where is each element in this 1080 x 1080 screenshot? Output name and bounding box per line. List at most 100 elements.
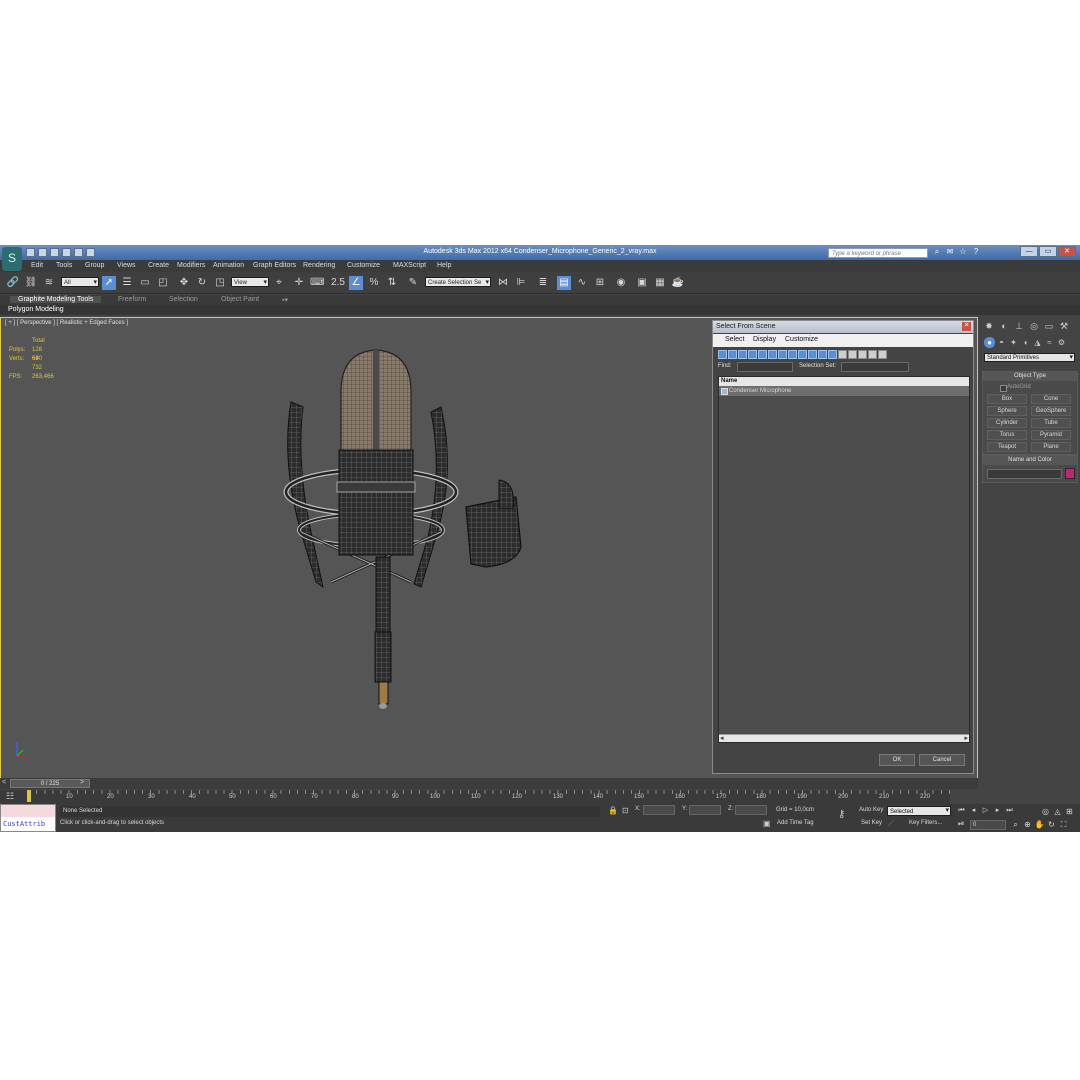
scale-icon[interactable]: ◳ [213,276,227,290]
dialog-menu-display[interactable]: Display [753,336,776,343]
rotate-icon[interactable]: ↻ [195,276,209,290]
filter-cameras-icon[interactable] [748,350,757,359]
autogrid-checkbox[interactable]: AutoGrid [1000,384,1031,392]
window-crossing-icon[interactable]: ◰ [156,276,170,290]
close-button[interactable]: ✕ [1058,246,1076,257]
material-editor-icon[interactable]: ◉ [614,276,628,290]
menu-modifiers[interactable]: Modifiers [177,262,205,269]
filter-lights-icon[interactable] [738,350,747,359]
filter-frozen-icon[interactable] [818,350,827,359]
link-icon[interactable]: 🔗 [6,276,20,290]
current-frame-field[interactable]: 0 [970,820,1006,830]
rendered-frame-icon[interactable]: ▦ [653,276,667,290]
zoom-extents-icon[interactable]: ◎ [1040,806,1051,817]
communication-icon[interactable]: ✉ [945,247,955,257]
y-coordinate-field[interactable] [689,805,721,815]
helpers-category-icon[interactable]: ◮ [1032,337,1043,348]
menu-edit[interactable]: Edit [31,262,43,269]
maximize-button[interactable]: ▭ [1039,246,1057,257]
maximize-viewport-icon[interactable]: ⛶ [1058,819,1069,830]
star-icon[interactable]: ☆ [958,247,968,257]
pan-icon[interactable]: ✋ [1034,819,1045,830]
menu-rendering[interactable]: Rendering [303,262,335,269]
cylinder-button[interactable]: Cylinder [987,418,1027,428]
filter-groups-icon[interactable] [778,350,787,359]
find-input[interactable] [737,362,793,372]
filter-shapes-icon[interactable] [728,350,737,359]
auto-key-button[interactable]: Auto Key [859,807,883,813]
object-color-swatch[interactable] [1065,468,1075,479]
cameras-category-icon[interactable]: ◖ [1020,337,1031,348]
render-setup-icon[interactable]: ▣ [635,276,649,290]
motion-tab-icon[interactable]: ◎ [1027,320,1041,332]
zoom-all-icon[interactable]: ⊕ [1022,819,1033,830]
teapot-button[interactable]: Teapot [987,442,1027,452]
tube-button[interactable]: Tube [1031,418,1071,428]
app-logo-icon[interactable]: S [2,247,22,271]
systems-category-icon[interactable]: ⚙ [1056,337,1067,348]
menu-animation[interactable]: Animation [213,262,244,269]
edit-named-selection-icon[interactable]: ✎ [406,276,420,290]
filter-spacewarps-icon[interactable] [768,350,777,359]
binoculars-icon[interactable]: ⌕ [932,247,942,257]
layer-manager-icon[interactable]: ≣ [536,276,550,290]
minimize-button[interactable]: — [1020,246,1038,257]
menu-create[interactable]: Create [148,262,169,269]
percent-snap-icon[interactable]: % [367,276,381,290]
spinner-snap-icon[interactable]: ⇅ [385,276,399,290]
time-slider[interactable]: < 0 / 225 > [0,778,978,789]
curve-editor-icon[interactable]: ∿ [575,276,589,290]
next-frame-icon[interactable]: ▸ [992,806,1003,816]
dialog-menu-select[interactable]: Select [725,336,744,343]
maxscript-listener[interactable]: CustAttrib [0,804,56,832]
mini-curve-editor-icon[interactable]: ☷ [6,791,14,802]
viewport-label[interactable]: [ + ] [ Perspective ] [ Realistic + Edge… [5,320,128,326]
filter-options-icon[interactable] [878,350,887,359]
key-mode-dropdown[interactable]: Selected [887,806,951,816]
zoom-region-icon[interactable]: ⊞ [1064,806,1075,817]
z-coordinate-field[interactable] [735,805,767,815]
graphite-toggle-icon[interactable]: ▤ [557,276,571,290]
tab-graphite-modeling-tools[interactable]: Graphite Modeling Tools [10,296,102,303]
polygon-modeling-label[interactable]: Polygon Modeling [8,306,64,313]
geosphere-button[interactable]: GeoSphere [1031,406,1071,416]
menu-graph-editors[interactable]: Graph Editors [253,262,296,269]
absolute-mode-icon[interactable]: ⊡ [622,806,629,815]
zoom-icon[interactable]: ⌕ [1010,819,1021,830]
ok-button[interactable]: OK [879,754,915,766]
display-children-icon[interactable] [868,350,877,359]
object-name-input[interactable] [987,469,1062,479]
object-type-title[interactable]: Object Type [983,372,1077,381]
menu-group[interactable]: Group [85,262,104,269]
previous-frame-icon[interactable]: ◂ [968,806,979,816]
display-tab-icon[interactable]: ▭ [1042,320,1056,332]
dialog-close-button[interactable]: ✕ [962,322,971,331]
selection-set-input[interactable] [841,362,909,372]
select-by-name-icon[interactable]: ☰ [120,276,134,290]
spacewarps-category-icon[interactable]: ≈ [1044,337,1055,348]
select-manipulate-icon[interactable]: ✛ [292,276,306,290]
dialog-menu-customize[interactable]: Customize [785,336,818,343]
orbit-icon[interactable]: ↻ [1046,819,1057,830]
play-icon[interactable]: ▷ [980,806,991,816]
field-of-view-icon[interactable]: ◬ [1052,806,1063,817]
unlink-icon[interactable]: ⛓ [24,276,38,290]
track-bar[interactable]: ☷ 10 20 30 40 50 60 70 80 90 100 110 120… [0,790,950,804]
select-all-icon[interactable] [838,350,847,359]
custattrib-text[interactable]: CustAttrib [3,820,45,828]
key-icon[interactable]: ⚷ [838,809,845,820]
current-frame-marker[interactable] [27,790,31,802]
primitive-category-dropdown[interactable]: Standard Primitives [984,353,1075,362]
bind-space-warp-icon[interactable]: ≋ [42,276,56,290]
menu-customize[interactable]: Customize [347,262,380,269]
scene-object-list[interactable]: Name Condenser Microphone [718,376,970,743]
create-tab-icon[interactable]: ✸ [982,320,996,332]
snaps-toggle-icon[interactable]: 2.5 [331,276,345,290]
shapes-category-icon[interactable]: ◓ [996,337,1007,348]
named-selection-dropdown[interactable]: Create Selection Se [425,277,491,288]
move-icon[interactable]: ✥ [177,276,191,290]
pyramid-button[interactable]: Pyramid [1031,430,1071,440]
name-and-color-title[interactable]: Name and Color [983,456,1077,465]
filter-hidden-icon[interactable] [828,350,837,359]
filter-helpers-icon[interactable] [758,350,767,359]
